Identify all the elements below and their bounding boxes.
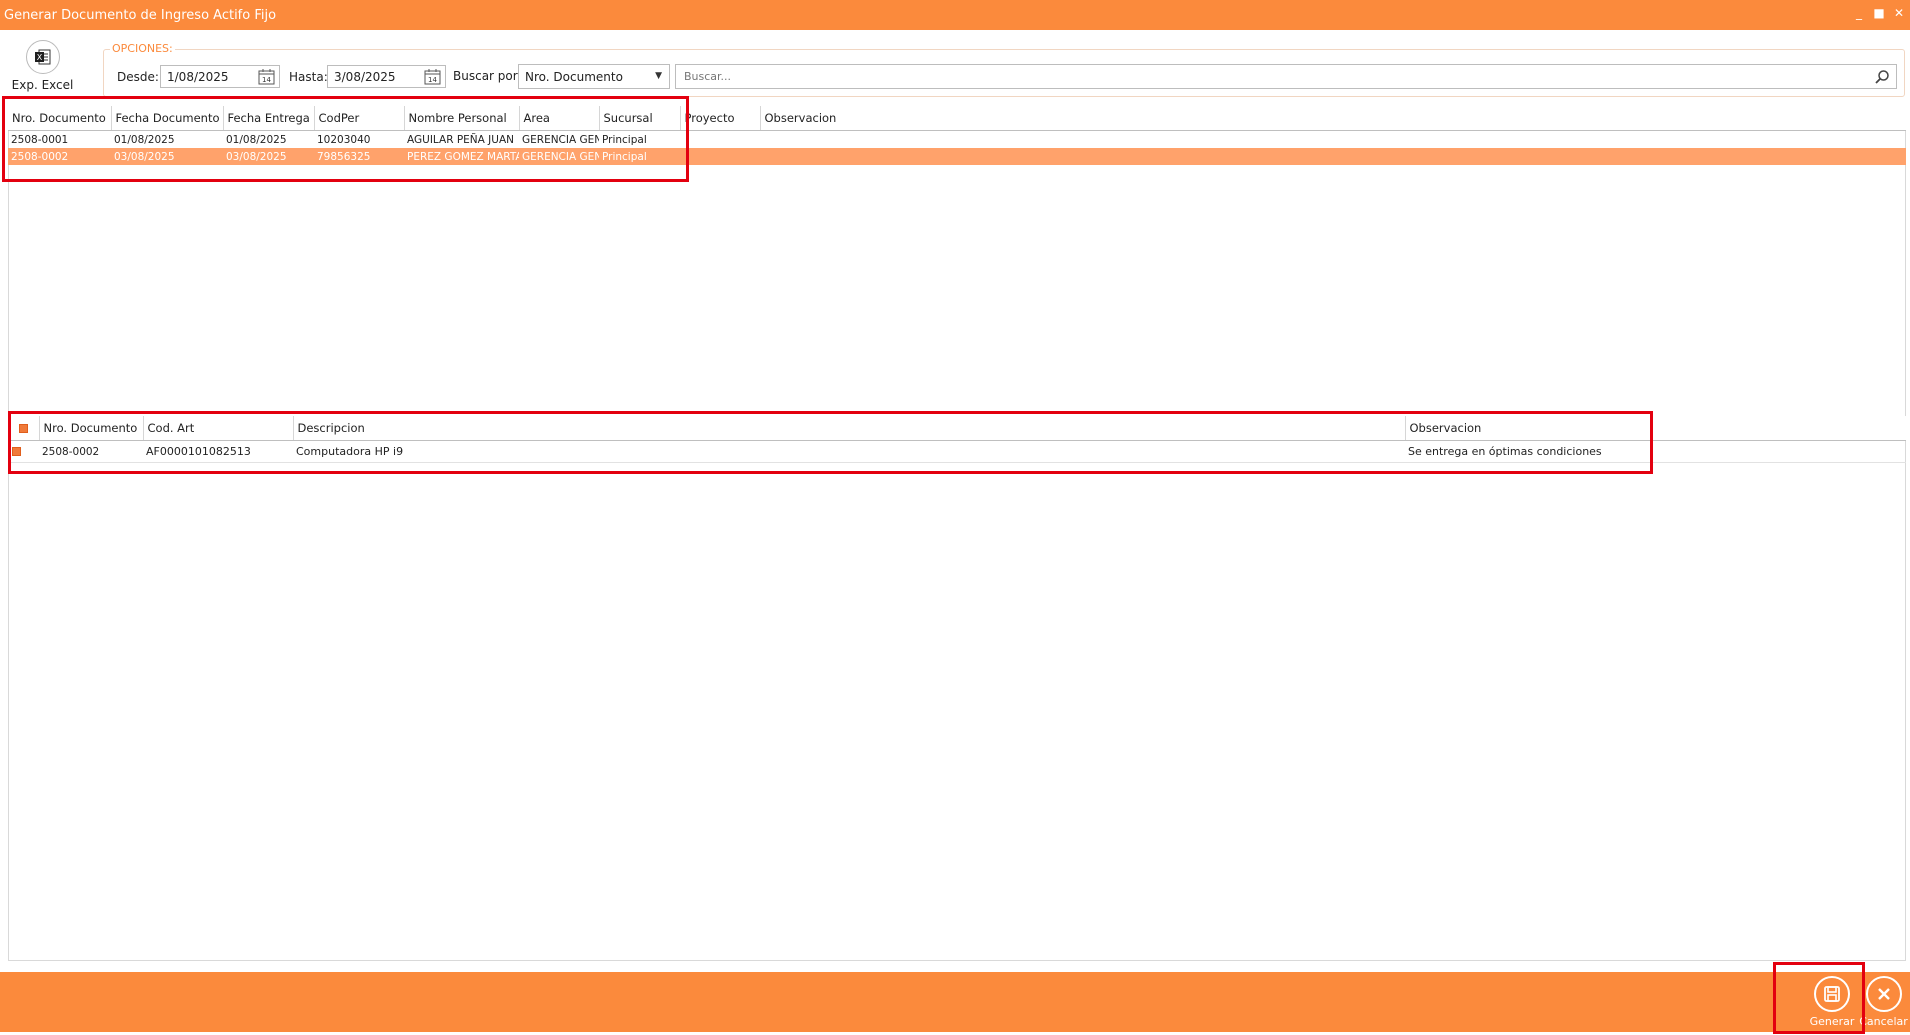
cell-nombre-personal: AGUILAR PEÑA JUAN [407, 133, 514, 146]
calendar-icon[interactable]: 14 [258, 69, 275, 88]
checkbox-icon [12, 447, 21, 456]
cell-proyecto [680, 131, 760, 149]
grid-frame [8, 106, 1906, 961]
excel-icon: X [25, 40, 60, 74]
cell-cod-art: AF0000101082513 [146, 445, 251, 458]
cell-sucursal: Principal [602, 133, 647, 146]
col-fecha-entrega[interactable]: Fecha Entrega [223, 106, 315, 131]
cell-observacion [760, 131, 1906, 149]
col-codper[interactable]: CodPer [314, 106, 405, 131]
documents-header-row: Nro. Documento Fecha Documento Fecha Ent… [8, 106, 1906, 131]
window-controls: _ ■ ✕ [1852, 6, 1906, 20]
hasta-date-value: 3/08/2025 [334, 69, 396, 84]
col-nombre-personal[interactable]: Nombre Personal [404, 106, 520, 131]
col-fecha-documento[interactable]: Fecha Documento [111, 106, 224, 131]
desde-date-value: 1/08/2025 [167, 69, 229, 84]
col-sucursal[interactable]: Sucursal [599, 106, 681, 131]
cancelar-button[interactable]: Cancelar [1857, 976, 1910, 1032]
calendar-day: 14 [428, 76, 437, 84]
buscar-por-value: Nro. Documento [525, 69, 623, 84]
desde-label: Desde: [117, 70, 159, 84]
cell-nro-documento: 2508-0001 [11, 133, 69, 146]
cell-codper: 79856325 [314, 148, 404, 165]
close-button[interactable]: ✕ [1892, 6, 1906, 20]
details-grid: Nro. Documento Cod. Art Descripcion Obse… [8, 416, 1906, 463]
cell-nro-documento: 2508-0002 [42, 445, 100, 458]
search-box[interactable] [675, 64, 1897, 89]
close-circle-icon [1865, 976, 1902, 1012]
col-observacion[interactable]: Observacion [760, 106, 1906, 131]
desde-date-field[interactable]: 1/08/2025 14 [160, 65, 280, 88]
export-excel-label: Exp. Excel [11, 78, 74, 92]
cell-fecha-documento: 03/08/2025 [111, 148, 223, 165]
row-checkbox[interactable] [8, 441, 39, 463]
table-row[interactable]: 2508-0002 AF0000101082513 Computadora HP… [8, 441, 1906, 463]
cell-fecha-entrega: 03/08/2025 [223, 148, 314, 165]
cell-fecha-documento: 01/08/2025 [114, 133, 175, 146]
col-nro-documento[interactable]: Nro. Documento [8, 106, 112, 131]
documents-grid: Nro. Documento Fecha Documento Fecha Ent… [8, 106, 1906, 165]
cell-fecha-entrega: 01/08/2025 [226, 133, 287, 146]
cell-observacion [760, 148, 1906, 165]
select-all-checkbox[interactable] [8, 416, 40, 441]
table-row[interactable]: 2508-0001 01/08/2025 01/08/2025 10203040… [8, 131, 1906, 149]
cell-observacion: Se entrega en óptimas condiciones [1408, 445, 1602, 458]
cell-codper: 10203040 [317, 133, 371, 146]
window-title: Generar Documento de Ingreso Actifo Fijo [4, 8, 277, 23]
table-row-selected[interactable]: 2508-0002 03/08/2025 03/08/2025 79856325… [8, 148, 1906, 165]
cell-descripcion: Computadora HP i9 [296, 445, 404, 458]
cell-nro-documento: 2508-0002 [8, 148, 111, 165]
col-cod-art[interactable]: Cod. Art [143, 416, 294, 441]
cell-nombre-personal: PEREZ GOMEZ MARTA [404, 148, 519, 165]
options-legend: OPCIONES: [110, 42, 175, 55]
buscar-por-select[interactable]: Nro. Documento ▼ [518, 64, 670, 89]
calendar-day: 14 [262, 76, 271, 84]
cell-area: GERENCIA GEN [522, 133, 599, 146]
search-input[interactable] [682, 69, 1866, 84]
col-area[interactable]: Area [519, 106, 600, 131]
col-nro-documento[interactable]: Nro. Documento [39, 416, 144, 441]
hasta-date-field[interactable]: 3/08/2025 14 [327, 65, 446, 88]
options-panel: OPCIONES: Desde: 1/08/2025 14 Hasta: 3/0… [103, 42, 1905, 97]
buscar-por-label: Buscar por: [453, 69, 522, 83]
excel-glyph: X [36, 53, 42, 62]
generar-button[interactable]: Generar [1802, 976, 1862, 1032]
title-bar: Generar Documento de Ingreso Actifo Fijo… [0, 0, 1910, 30]
cell-proyecto [680, 148, 760, 165]
cancelar-label: Cancelar [1859, 1015, 1908, 1028]
save-icon [1814, 976, 1850, 1012]
checkbox-icon [18, 424, 28, 433]
calendar-icon[interactable]: 14 [424, 69, 441, 88]
export-excel-button[interactable]: X Exp. Excel [10, 40, 75, 95]
chevron-down-icon: ▼ [655, 71, 662, 81]
col-proyecto[interactable]: Proyecto [680, 106, 761, 131]
cell-sucursal: Principal [599, 148, 680, 165]
col-observacion[interactable]: Observacion [1405, 416, 1906, 441]
generar-label: Generar [1809, 1015, 1855, 1028]
search-icon[interactable] [1874, 69, 1890, 88]
footer-bar [0, 972, 1910, 1032]
hasta-label: Hasta: [289, 70, 328, 84]
maximize-button[interactable]: ■ [1872, 6, 1886, 20]
cell-area: GERENCIA GEN [519, 148, 599, 165]
details-header-row: Nro. Documento Cod. Art Descripcion Obse… [8, 416, 1906, 441]
col-descripcion[interactable]: Descripcion [293, 416, 1406, 441]
minimize-button[interactable]: _ [1852, 6, 1866, 20]
